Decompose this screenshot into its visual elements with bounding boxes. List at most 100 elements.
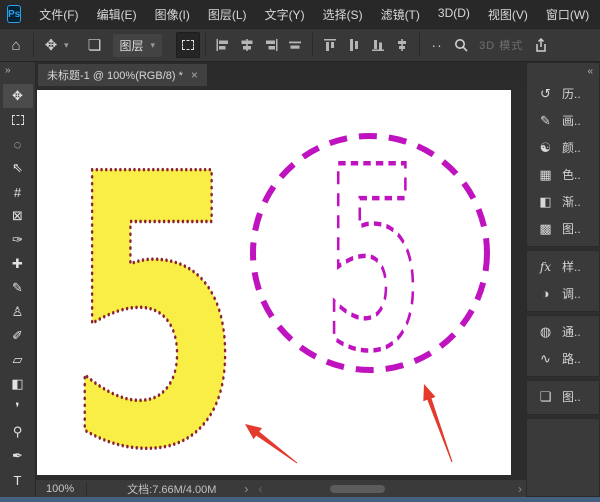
menu-type[interactable]: 文字(Y) [257, 2, 313, 27]
menubar: 文件(F) 编辑(E) 图像(I) 图层(L) 文字(Y) 选择(S) 滤镜(T… [31, 2, 597, 27]
menu-3d[interactable]: 3D(D) [430, 2, 478, 27]
gradient-icon: ◧ [11, 376, 23, 392]
blur-tool[interactable]: ❜ [3, 396, 33, 420]
divider [312, 33, 313, 57]
panel-item-styles[interactable]: fx 样.. [527, 253, 599, 280]
rectangular-marquee-tool[interactable] [3, 108, 33, 132]
show-transform-controls-toggle[interactable] [176, 32, 200, 58]
scroll-right-chevron[interactable]: › [518, 482, 522, 496]
align-right-icon[interactable] [259, 32, 283, 58]
canvas-viewport[interactable]: 5 5 [36, 86, 526, 479]
lasso-tool[interactable]: ◌ [3, 132, 33, 156]
align-center-horizontal-icon[interactable] [235, 32, 259, 58]
chevron-down-icon: ▾ [151, 40, 156, 51]
type-tool[interactable]: T [3, 468, 33, 492]
3d-mode-label: 3D 模式 [479, 37, 523, 53]
divider [205, 33, 206, 57]
panel-label: 图.. [562, 220, 581, 237]
panel-empty-space [526, 418, 600, 497]
divider [86, 482, 87, 496]
document-size-info: 文档:7.66M/4.00M [127, 481, 216, 497]
panel-item-patterns[interactable]: ▩ 图.. [527, 215, 599, 242]
search-icon[interactable] [449, 32, 473, 58]
share-icon[interactable] [529, 32, 553, 58]
panel-item-history[interactable]: ↺ 历.. [527, 80, 599, 107]
brush-tool[interactable]: ✎ [3, 276, 33, 300]
tool-options-bar: ⌂ ✥ ▾ ❏ 图层 ▾ ·· 3D 模式 [0, 28, 600, 62]
pen-tool[interactable]: ✒ [3, 444, 33, 468]
menu-window[interactable]: 窗口(W) [538, 2, 597, 27]
scroll-left-chevron[interactable]: ‹ [258, 482, 262, 496]
target-mode-dropdown[interactable]: 图层 ▾ [113, 34, 163, 57]
document-tab[interactable]: 未标题-1 @ 100%(RGB/8) * × [38, 64, 207, 86]
panel-label: 通.. [562, 323, 581, 340]
history-brush-tool[interactable]: ✐ [3, 324, 33, 348]
zoom-level-field[interactable]: 100% [36, 483, 86, 495]
align-left-icon[interactable] [211, 32, 235, 58]
toolbar-expand-icon[interactable]: » [0, 62, 35, 84]
patterns-icon: ▩ [537, 221, 554, 237]
channels-icon: ◍ [537, 324, 554, 340]
auto-select-icon[interactable]: ❏ [83, 32, 107, 58]
spot-healing-brush-tool[interactable]: ✚ [3, 252, 33, 276]
eraser-icon: ▱ [13, 352, 23, 368]
panel-item-color[interactable]: ☯ 颜.. [527, 134, 599, 161]
adjustments-icon: ◑ [537, 286, 554, 301]
filled-five: 5 [65, 96, 243, 475]
dodge-tool[interactable]: ⚲ [3, 420, 33, 444]
marquee-icon [12, 115, 24, 125]
panel-item-gradients[interactable]: ◧ 渐.. [527, 188, 599, 215]
move-tool[interactable]: ✥ [3, 84, 33, 108]
chevron-down-icon[interactable]: ▾ [64, 40, 69, 51]
panel-label: 历.. [562, 85, 581, 102]
main-area: » ✥ ◌ ⇖ # ⊠ ✑ ✚ ✎ ♙ ✐ ▱ ◧ ❜ ⚲ ✒ T 未标题-1 … [0, 62, 600, 497]
lasso-icon: ◌ [14, 137, 22, 152]
home-icon[interactable]: ⌂ [4, 32, 28, 58]
panel-label: 色.. [562, 166, 581, 183]
eraser-tool[interactable]: ▱ [3, 348, 33, 372]
menu-file[interactable]: 文件(F) [31, 2, 86, 27]
panel-collapse-icon[interactable]: « [527, 65, 599, 80]
menu-image[interactable]: 图像(I) [147, 2, 198, 27]
menu-filter[interactable]: 滤镜(T) [373, 2, 428, 27]
distribute-bottom-icon[interactable] [366, 32, 390, 58]
panel-group-3: ◍ 通.. ∿ 路.. [526, 315, 600, 377]
menu-edit[interactable]: 编辑(E) [89, 2, 145, 27]
crop-tool[interactable]: # [3, 180, 33, 204]
menu-select[interactable]: 选择(S) [315, 2, 371, 27]
panel-item-layers[interactable]: ❏ 图.. [527, 383, 599, 410]
document-tab-title: 未标题-1 @ 100%(RGB/8) * [47, 67, 183, 83]
document-area: 未标题-1 @ 100%(RGB/8) * × 5 5 10 [36, 62, 526, 497]
tab-close-icon[interactable]: × [191, 68, 198, 82]
gradient-tool[interactable]: ◧ [3, 372, 33, 396]
eyedropper-tool[interactable]: ✑ [3, 228, 33, 252]
menu-view[interactable]: 视图(V) [480, 2, 536, 27]
distribute-top-icon[interactable] [318, 32, 342, 58]
history-brush-icon: ✐ [12, 328, 23, 344]
dodge-icon: ⚲ [13, 424, 23, 440]
panel-item-brushes[interactable]: ✎ 画.. [527, 107, 599, 134]
more-options-icon[interactable]: ·· [425, 32, 449, 58]
panel-item-swatches[interactable]: ▦ 色.. [527, 161, 599, 188]
right-panel-dock: « ↺ 历.. ✎ 画.. ☯ 颜.. ▦ 色.. ◧ 渐.. ▩ [526, 62, 600, 497]
panel-item-paths[interactable]: ∿ 路.. [527, 345, 599, 372]
horizontal-scrollbar-thumb[interactable] [330, 485, 385, 493]
crop-icon: # [14, 185, 21, 200]
annotation-arrow [245, 424, 297, 463]
panel-item-adjustments[interactable]: ◑ 调.. [527, 280, 599, 307]
menu-layer[interactable]: 图层(L) [200, 2, 255, 27]
align-top-icon[interactable] [283, 32, 307, 58]
paths-icon: ∿ [537, 351, 554, 367]
document-canvas[interactable]: 5 5 [37, 90, 511, 475]
panel-item-channels[interactable]: ◍ 通.. [527, 318, 599, 345]
divider [33, 33, 34, 57]
distribute-vertical-icon[interactable] [390, 32, 414, 58]
status-popup-chevron[interactable]: › [244, 482, 248, 496]
toolbar-panel: » ✥ ◌ ⇖ # ⊠ ✑ ✚ ✎ ♙ ✐ ▱ ◧ ❜ ⚲ ✒ T [0, 62, 36, 497]
frame-tool[interactable]: ⊠ [3, 204, 33, 228]
clone-stamp-tool[interactable]: ♙ [3, 300, 33, 324]
object-selection-tool[interactable]: ⇖ [3, 156, 33, 180]
brushes-icon: ✎ [537, 113, 554, 129]
distribute-middle-icon[interactable] [342, 32, 366, 58]
move-tool-icon[interactable]: ✥ [39, 32, 63, 58]
